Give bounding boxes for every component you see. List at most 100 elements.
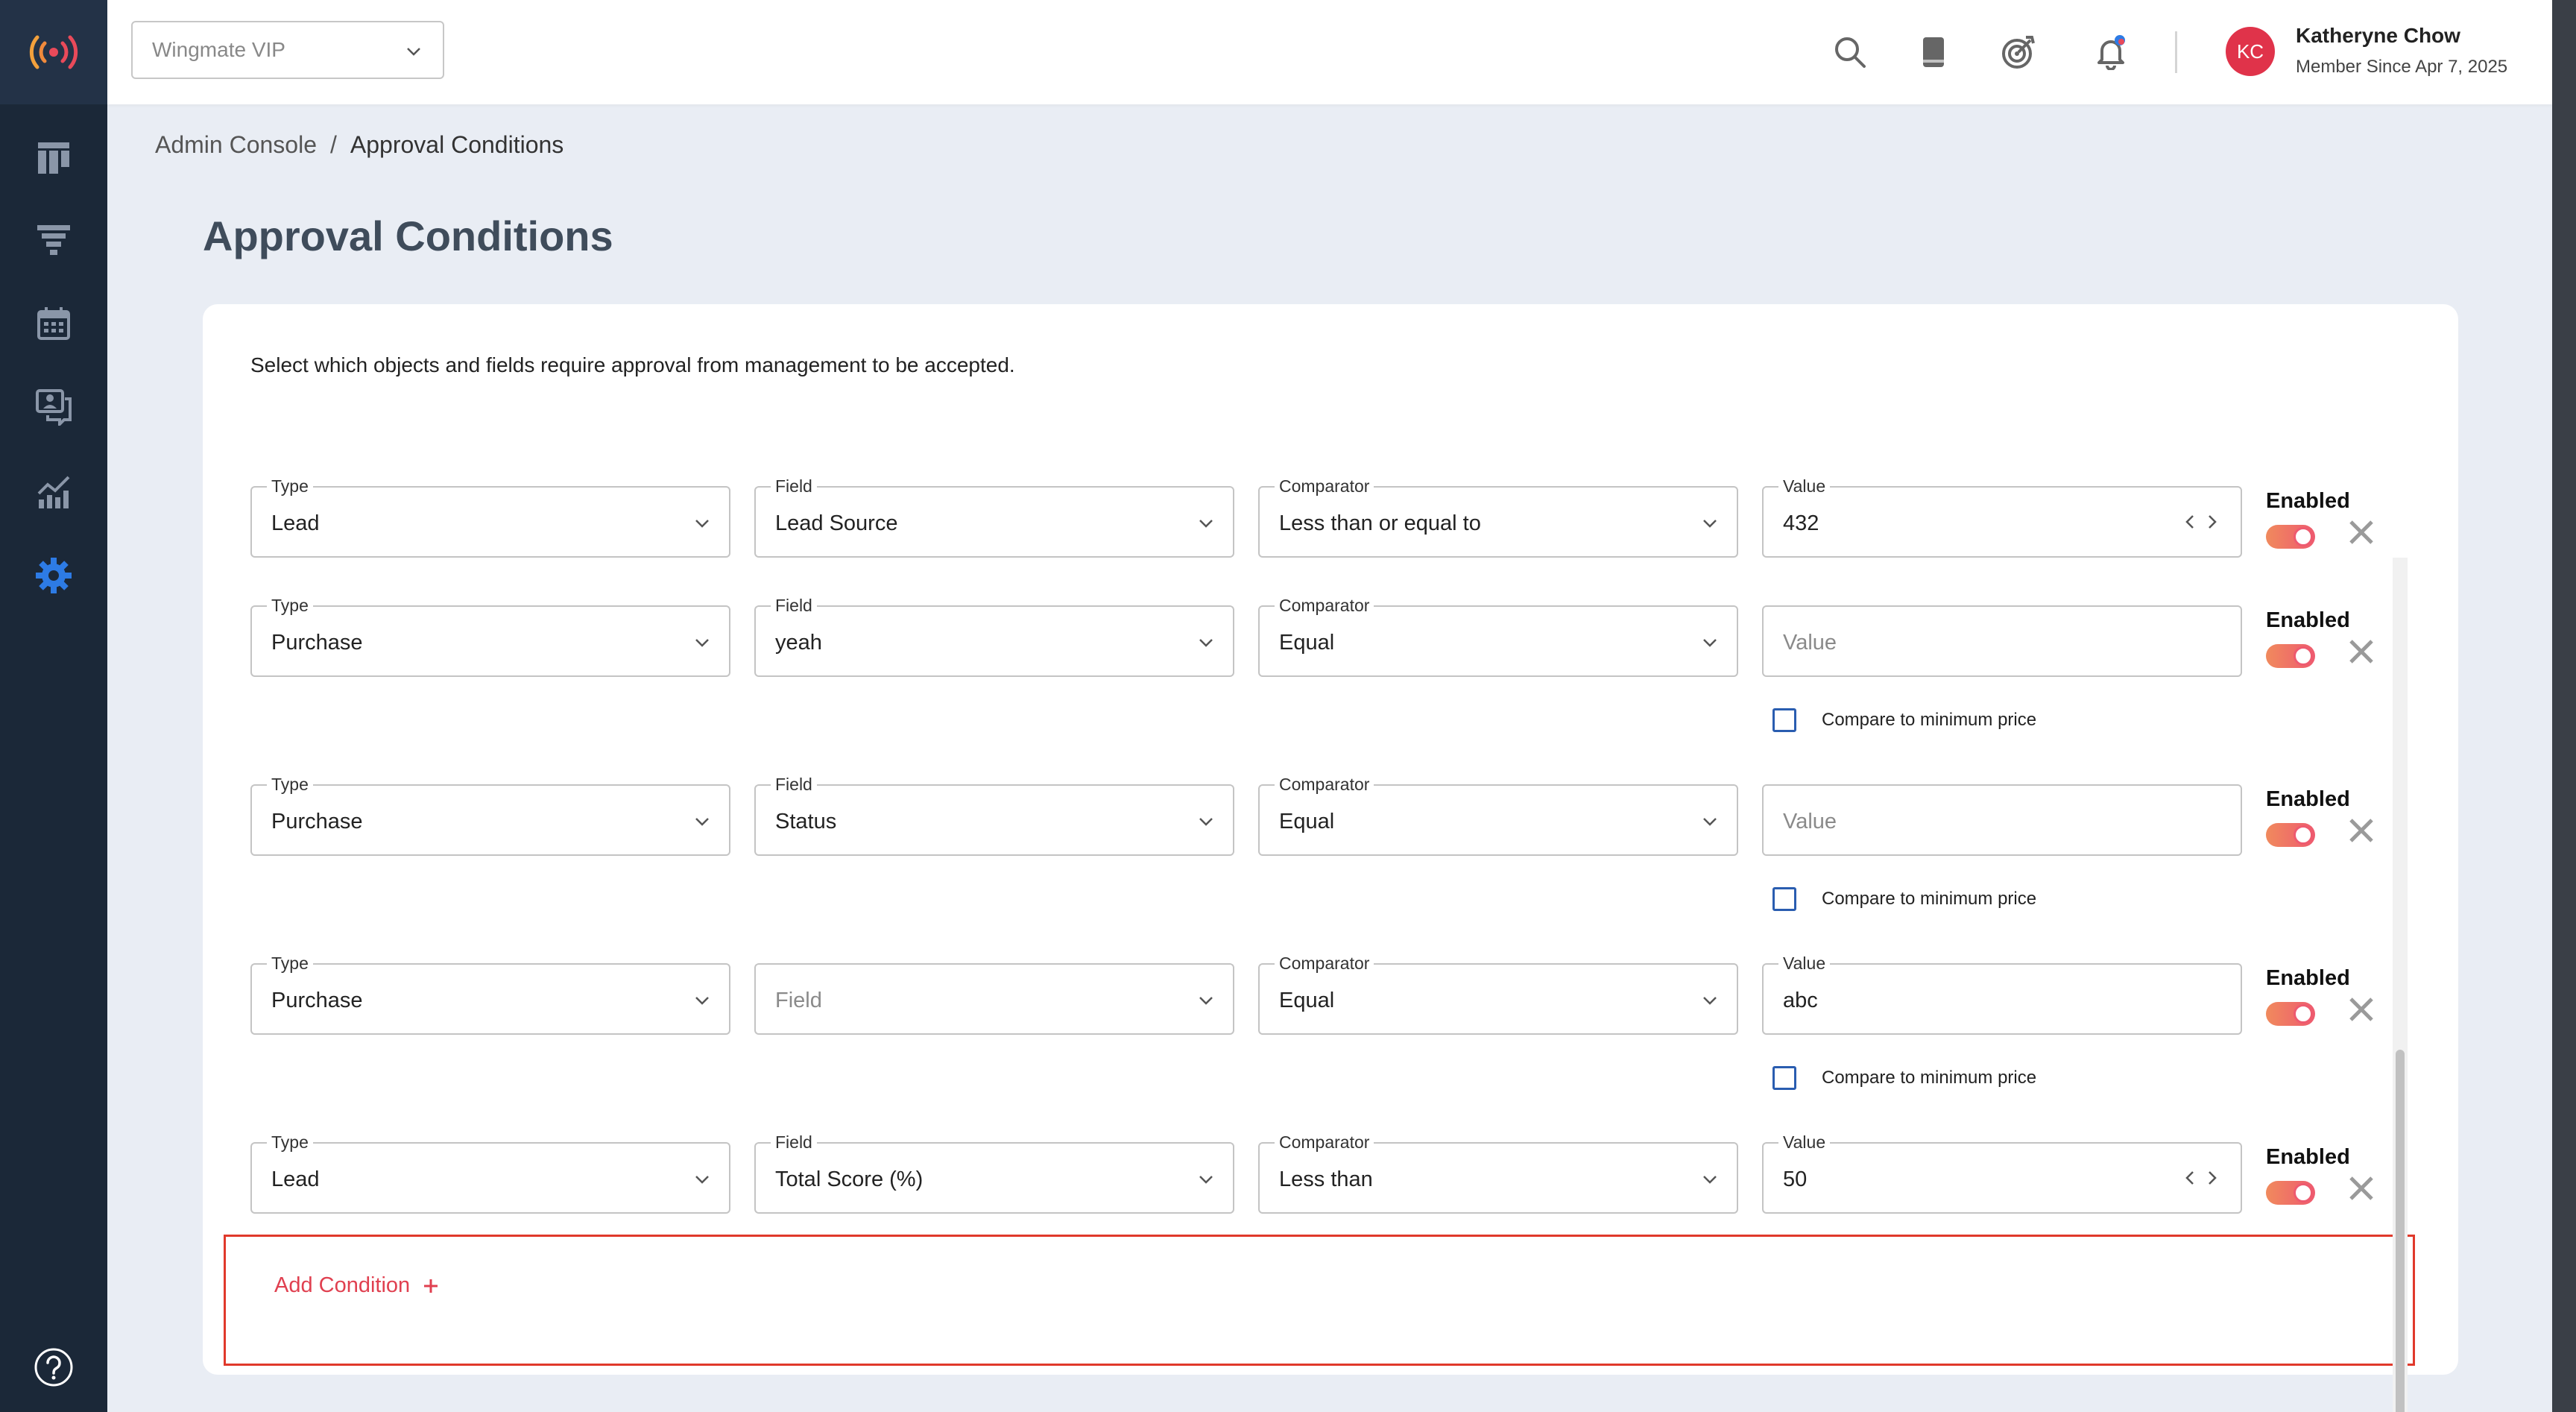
field-select[interactable]: Field <box>754 963 1234 1035</box>
calendar-icon <box>37 307 70 340</box>
highlighted-row-outline <box>224 1235 2415 1366</box>
type-value: Lead <box>271 511 320 535</box>
value-placeholder: Value <box>1783 631 1837 655</box>
nav-settings[interactable] <box>31 553 76 598</box>
board-icon <box>38 142 69 174</box>
field-select[interactable]: Field yeah <box>754 596 1234 677</box>
chevron-down-icon <box>1703 997 1717 1005</box>
field-label: Field <box>771 476 817 496</box>
type-select[interactable]: Type Lead <box>250 476 730 558</box>
breadcrumb-parent[interactable]: Admin Console <box>155 131 317 159</box>
toggle-knob <box>2294 646 2313 666</box>
field-value: Status <box>775 810 837 833</box>
type-select[interactable]: Type Purchase <box>250 596 730 677</box>
type-value: Purchase <box>271 810 363 833</box>
search-button[interactable] <box>1828 30 1872 75</box>
logo[interactable] <box>0 0 107 104</box>
close-icon[interactable] <box>2346 517 2376 547</box>
gear-icon <box>36 558 72 593</box>
nav-board[interactable] <box>31 136 76 180</box>
book-icon <box>1923 37 1944 67</box>
close-icon[interactable] <box>2346 637 2376 666</box>
code-stepper[interactable] <box>2184 511 2218 532</box>
chevron-right-icon[interactable] <box>2206 1167 2218 1188</box>
type-label: Type <box>267 596 313 615</box>
chevron-left-icon[interactable] <box>2184 1167 2196 1188</box>
toggle-knob <box>2294 527 2313 546</box>
enabled-toggle[interactable] <box>2266 644 2315 668</box>
comparator-select[interactable]: Comparator Equal <box>1258 775 1738 856</box>
value-input[interactable]: Value <box>1762 605 2242 677</box>
enabled-toggle[interactable] <box>2266 823 2315 847</box>
enabled-toggle[interactable] <box>2266 1002 2315 1026</box>
comparator-select[interactable]: Comparator Less than <box>1258 1132 1738 1214</box>
page-title: Approval Conditions <box>203 212 613 259</box>
value-input[interactable]: Value <box>1762 784 2242 856</box>
comparator-select[interactable]: Comparator Equal <box>1258 596 1738 677</box>
value-placeholder: Value <box>1783 810 1837 833</box>
type-select[interactable]: Type Lead <box>250 1132 730 1214</box>
notifications-button[interactable] <box>2089 30 2133 75</box>
sidebar <box>0 0 107 1412</box>
comparator-value: Equal <box>1279 989 1335 1012</box>
field-label: Field <box>771 775 817 794</box>
add-condition-label: Add Condition <box>274 1273 411 1297</box>
chevron-down-icon <box>1199 997 1213 1005</box>
comparator-select[interactable]: Comparator Equal <box>1258 954 1738 1035</box>
conditions-scroll-thumb[interactable] <box>2396 1050 2405 1412</box>
target-icon <box>2002 36 2035 69</box>
field-label: Field <box>771 596 817 615</box>
type-select[interactable]: Type Purchase <box>250 954 730 1035</box>
field-value: Lead Source <box>775 511 898 535</box>
field-select[interactable]: Field Status <box>754 775 1234 856</box>
avatar[interactable]: KC <box>2226 27 2275 76</box>
chevron-down-icon <box>407 48 420 56</box>
comparator-value: Equal <box>1279 810 1335 833</box>
chevron-right-icon[interactable] <box>2206 511 2218 532</box>
type-value: Purchase <box>271 631 363 655</box>
bell-icon <box>2097 35 2125 70</box>
type-label: Type <box>267 775 313 794</box>
breadcrumb-current: Approval Conditions <box>350 131 564 158</box>
value-label: Value <box>1778 954 1831 973</box>
docs-button[interactable] <box>1911 30 1956 75</box>
compare-min-price-label: Compare to minimum price <box>1822 710 2037 730</box>
code-stepper[interactable] <box>2184 1167 2218 1188</box>
nav-chat[interactable] <box>31 385 76 429</box>
comparator-label: Comparator <box>1275 954 1374 973</box>
type-value: Purchase <box>271 989 363 1012</box>
compare-min-price-checkbox[interactable] <box>1772 887 1796 911</box>
chevron-down-icon <box>1199 818 1213 826</box>
toggle-knob <box>2294 1004 2313 1024</box>
window-scrollbar[interactable] <box>2552 0 2576 1412</box>
plus-icon <box>424 1279 438 1293</box>
nav-funnel[interactable] <box>31 218 76 262</box>
value-input[interactable]: Value 432 <box>1762 476 2242 558</box>
nav-calendar[interactable] <box>31 301 76 346</box>
chevron-left-icon[interactable] <box>2184 511 2196 532</box>
chevron-down-icon <box>1199 520 1213 528</box>
compare-min-price-checkbox[interactable] <box>1772 708 1796 732</box>
funnel-icon <box>37 225 70 255</box>
compare-min-price-checkbox[interactable] <box>1772 1066 1796 1090</box>
help-icon <box>34 1348 73 1387</box>
help-button[interactable] <box>33 1346 75 1388</box>
comparator-select[interactable]: Comparator Less than or equal to <box>1258 476 1738 558</box>
org-select[interactable]: Wingmate VIP <box>131 21 444 79</box>
field-select[interactable]: Field Lead Source <box>754 476 1234 558</box>
value-input[interactable]: Value 50 <box>1762 1132 2242 1214</box>
add-condition-button[interactable]: Add Condition <box>274 1273 440 1298</box>
goals-button[interactable] <box>1996 30 2041 75</box>
type-select[interactable]: Type Purchase <box>250 775 730 856</box>
comparator-label: Comparator <box>1275 775 1374 794</box>
enabled-toggle[interactable] <box>2266 1181 2315 1205</box>
value-input[interactable]: Value abc <box>1762 954 2242 1035</box>
nav-analytics[interactable] <box>31 470 76 514</box>
conditions-list: Type Lead Field Lead Source Comparator L… <box>203 431 2458 1412</box>
close-icon[interactable] <box>2346 816 2376 845</box>
close-icon[interactable] <box>2346 1173 2376 1203</box>
card-description: Select which objects and fields require … <box>250 353 1015 376</box>
enabled-toggle[interactable] <box>2266 525 2315 549</box>
close-icon[interactable] <box>2346 995 2376 1024</box>
field-select[interactable]: Field Total Score (%) <box>754 1132 1234 1214</box>
